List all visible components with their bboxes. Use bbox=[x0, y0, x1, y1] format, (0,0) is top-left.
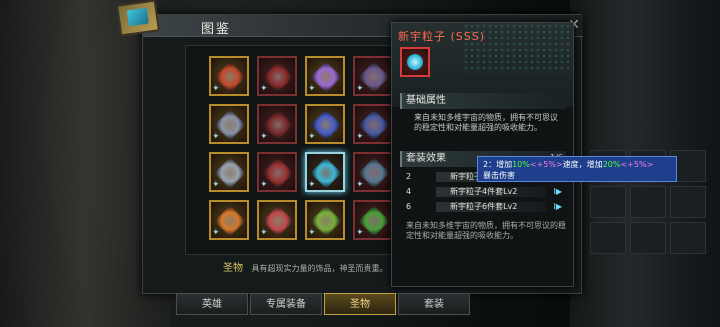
tooltip-prefix: 2：增加 bbox=[483, 160, 513, 169]
rarity-star-icon: ✦ bbox=[260, 228, 268, 238]
category-description: 圣物 具有超现实力量的饰品，神圣而贵重。 bbox=[223, 259, 388, 274]
tab-heroes[interactable]: 英雄 bbox=[176, 293, 248, 315]
rarity-star-icon: ✦ bbox=[260, 180, 268, 190]
rarity-star-icon: ✦ bbox=[356, 132, 364, 142]
rarity-star-icon: ✦ bbox=[356, 228, 364, 238]
window-title: 图鉴 bbox=[201, 22, 232, 37]
rarity-star-icon: ✦ bbox=[260, 132, 268, 142]
relic-item-slot[interactable]: ✦ bbox=[209, 56, 249, 96]
relic-item-slot[interactable]: ✦ bbox=[305, 56, 345, 96]
set-row-number: 2 bbox=[406, 172, 412, 181]
rarity-star-icon: ✦ bbox=[212, 132, 220, 142]
tooltip-value-2: 20% bbox=[602, 160, 621, 169]
item-name: 新宇粒子 (SSS) bbox=[398, 30, 486, 43]
gem-icon bbox=[407, 54, 423, 70]
tooltip-value-1: 10% bbox=[512, 160, 530, 169]
tooltip-line-2: 暴击伤害 bbox=[483, 171, 515, 180]
category-key: 圣物 bbox=[223, 263, 243, 274]
relic-item-slot[interactable]: ✦ bbox=[257, 104, 297, 144]
section-basic-attributes: 基础属性 bbox=[400, 93, 566, 109]
relic-item-slot[interactable]: ✦ bbox=[353, 200, 393, 240]
relic-item-slot[interactable]: ✦ bbox=[209, 104, 249, 144]
tooltip-bonus-1: <+5%> bbox=[529, 160, 563, 169]
rarity-star-icon: ✦ bbox=[212, 180, 220, 190]
relic-item-slot[interactable]: ✦ bbox=[257, 56, 297, 96]
background-cell bbox=[670, 186, 706, 218]
flavor-text: 来自未知多维宇宙的物质，拥有不可思议的稳定性和对能量超强的吸收能力。 bbox=[406, 221, 566, 240]
relic-item-slot[interactable]: ✦ bbox=[209, 152, 249, 192]
relic-item-slot[interactable]: ✦ bbox=[209, 200, 249, 240]
relic-item-slot[interactable]: ✦ bbox=[257, 152, 297, 192]
rarity-star-icon: ✦ bbox=[212, 228, 220, 238]
set-row[interactable]: 4 新宇粒子4件套Lv2 I▶ bbox=[400, 185, 566, 199]
rarity-star-icon: ✦ bbox=[308, 84, 316, 94]
relic-item-slot[interactable]: ✦ bbox=[353, 104, 393, 144]
set-row[interactable]: 6 新宇粒子6件套Lv2 I▶ bbox=[400, 200, 566, 214]
tooltip-bonus-2: <+5%> bbox=[620, 160, 654, 169]
item-detail-panel: 新宇粒子 (SSS) 基础属性 来自未知多维宇宙的物质，拥有不可思议的稳定性和对… bbox=[391, 22, 574, 287]
background-cell bbox=[590, 222, 626, 254]
tab-exclusive-equipment[interactable]: 专属装备 bbox=[250, 293, 322, 315]
rarity-star-icon: ✦ bbox=[308, 228, 316, 238]
relic-item-slot[interactable]: ✦ bbox=[305, 200, 345, 240]
set-row-number: 4 bbox=[406, 187, 412, 196]
rarity-star-icon: ✦ bbox=[212, 84, 220, 94]
rarity-star-icon: ✦ bbox=[308, 132, 316, 142]
background-cell bbox=[590, 186, 626, 218]
tab-sets[interactable]: 套装 bbox=[398, 293, 470, 315]
rarity-star-icon: ✦ bbox=[260, 84, 268, 94]
basic-description: 来自未知多维宇宙的物质，拥有不可思议的稳定性和对能量超强的吸收能力。 bbox=[414, 113, 558, 132]
set-row-number: 6 bbox=[406, 202, 412, 211]
relic-item-slot[interactable]: ✦ bbox=[353, 56, 393, 96]
tab-relics[interactable]: 圣物 bbox=[324, 293, 396, 315]
play-arrow-icon[interactable]: I▶ bbox=[553, 200, 562, 214]
relic-item-slot[interactable]: ✦ bbox=[353, 152, 393, 192]
rarity-star-icon: ✦ bbox=[308, 180, 316, 190]
relic-item-slot[interactable]: ✦ bbox=[305, 104, 345, 144]
category-text: 具有超现实力量的饰品，神圣而贵重。 bbox=[251, 264, 388, 273]
tooltip-mid: 速度，增加 bbox=[562, 160, 603, 169]
relic-item-slot[interactable]: ✦ bbox=[257, 200, 297, 240]
tooltip-line-1: 2：增加10%<+5%>速度，增加20%<+5%> bbox=[483, 159, 671, 170]
set-row-text: 新宇粒子6件套Lv2 bbox=[450, 202, 518, 211]
play-arrow-icon[interactable]: I▶ bbox=[553, 185, 562, 199]
rarity-star-icon: ✦ bbox=[356, 84, 364, 94]
set-row-text: 新宇粒子4件套Lv2 bbox=[450, 187, 518, 196]
rarity-star-icon: ✦ bbox=[356, 180, 364, 190]
background-cell bbox=[670, 222, 706, 254]
relic-item-slot[interactable]: ✦ bbox=[305, 152, 345, 192]
background-cell bbox=[630, 222, 666, 254]
set-effect-tooltip: 2：增加10%<+5%>速度，增加20%<+5%> 暴击伤害 bbox=[477, 156, 677, 182]
item-icon bbox=[400, 47, 430, 77]
background-cell bbox=[630, 186, 666, 218]
codex-book-icon bbox=[115, 0, 161, 37]
